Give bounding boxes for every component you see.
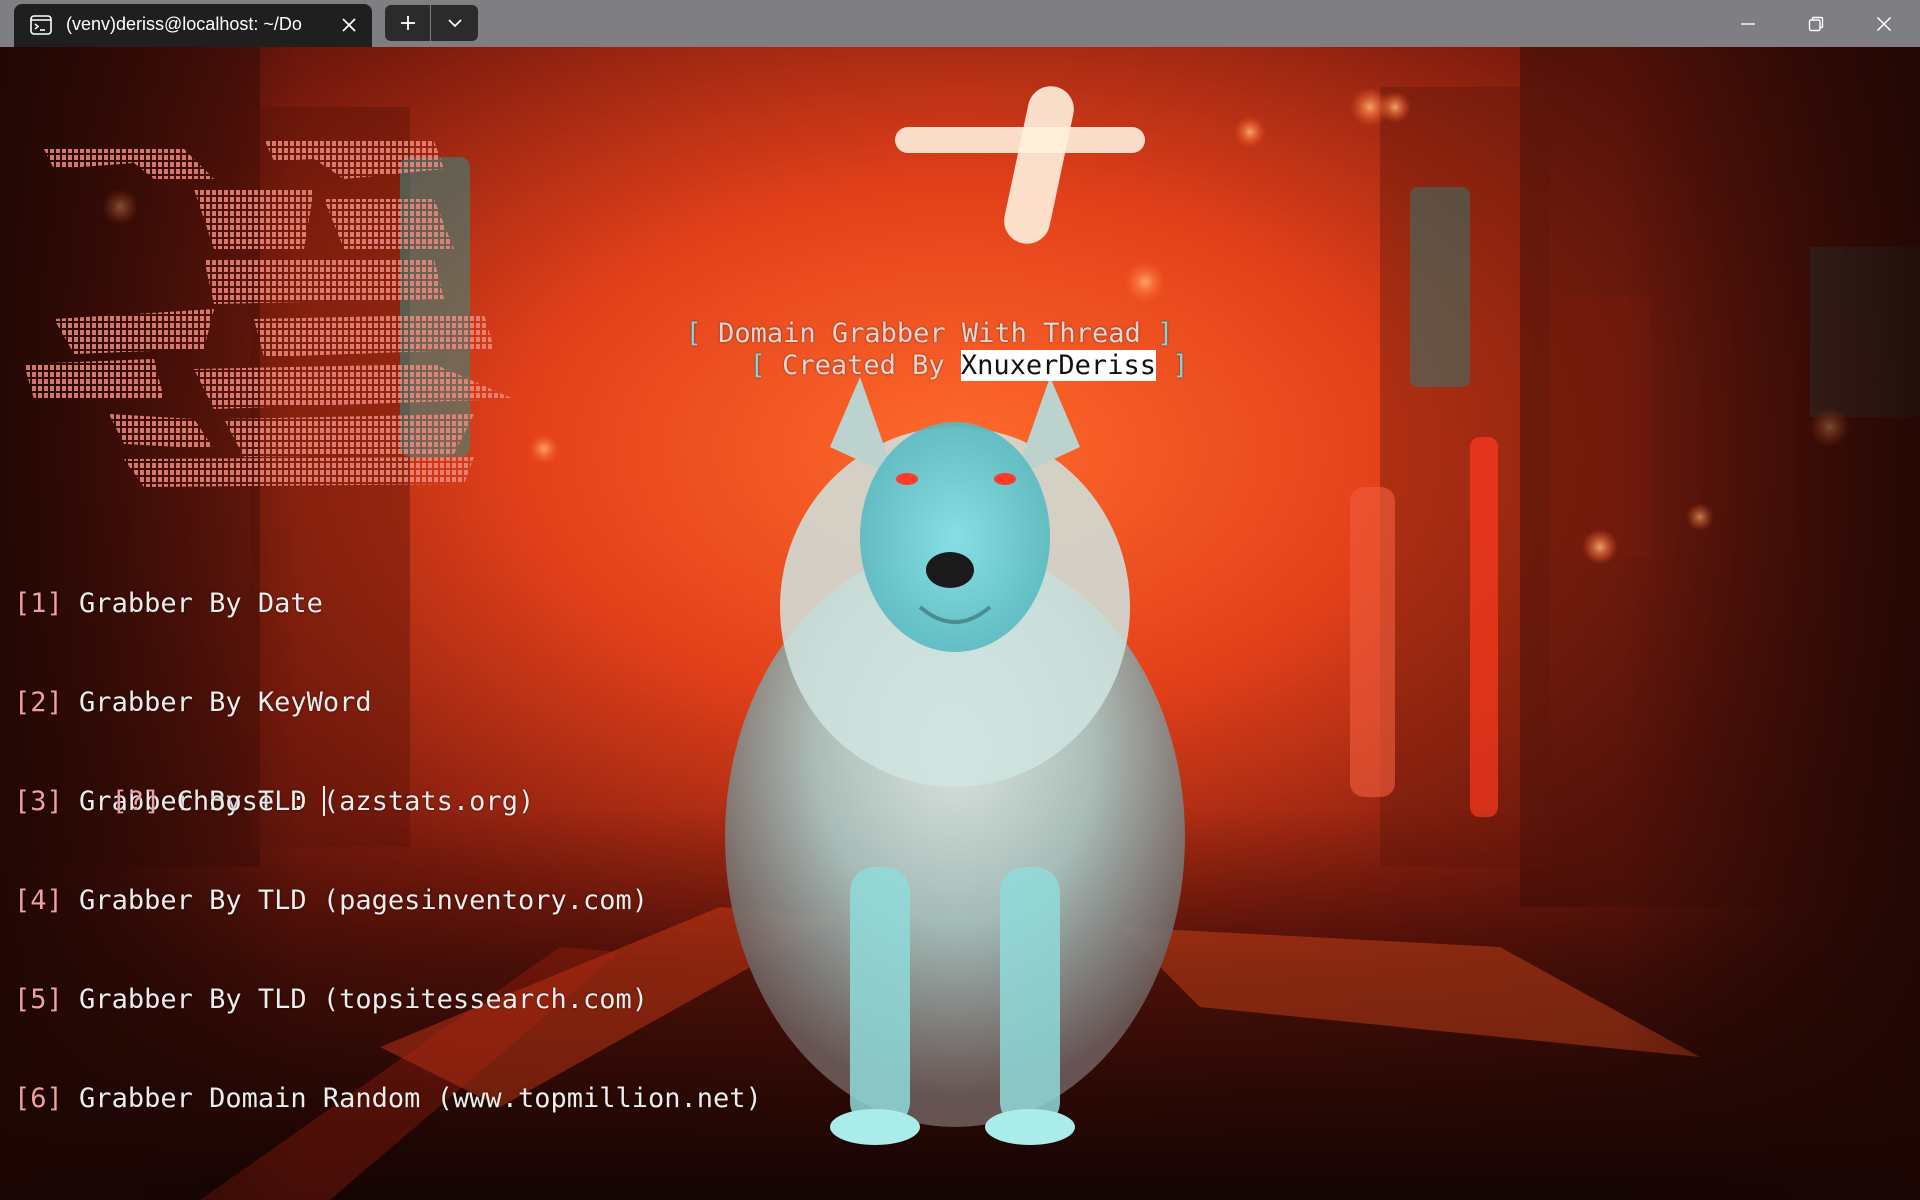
credit-suffix bbox=[1156, 350, 1172, 381]
banner-credit: [ Created By XnuxerDeriss ] bbox=[652, 319, 1189, 412]
menu-item-label: Grabber By Date bbox=[62, 588, 323, 619]
menu-item-number: 6 bbox=[30, 1083, 47, 1114]
close-window-button[interactable] bbox=[1850, 0, 1918, 47]
menu-item: [2] Grabber By KeyWord bbox=[14, 687, 372, 718]
menu-item-label: Grabber Domain Random (www.topmillion.ne… bbox=[62, 1083, 762, 1114]
menu-item-label: Grabber By TLD (topsitessearch.com) bbox=[62, 984, 648, 1015]
terminal-window: (venv)deriss@localhost: ~/Do [Domain Gr… bbox=[0, 0, 1920, 1200]
credit-prefix: Created By bbox=[765, 350, 961, 381]
minimize-icon bbox=[1741, 22, 1755, 25]
menu-item: [5] Grabber By TLD (topsitessearch.com) bbox=[14, 984, 648, 1015]
menu-item-number: 1 bbox=[30, 588, 47, 619]
tab-title: (venv)deriss@localhost: ~/Do bbox=[66, 14, 302, 34]
text-cursor bbox=[322, 786, 325, 816]
author-name[interactable]: XnuxerDeriss bbox=[960, 350, 1156, 381]
menu-list: [1] Grabber By Date [2] Grabber By KeyWo… bbox=[14, 521, 762, 1181]
choose-prompt[interactable]: [?] Choose : bbox=[14, 752, 325, 851]
title-bar: (venv)deriss@localhost: ~/Do bbox=[0, 0, 1920, 47]
tab-dropdown-button[interactable] bbox=[431, 5, 478, 41]
menu-item: [6] Grabber Domain Random (www.topmillio… bbox=[14, 1083, 762, 1114]
menu-item-number: 4 bbox=[30, 885, 47, 916]
restore-icon bbox=[1808, 16, 1824, 31]
plus-icon bbox=[400, 16, 415, 30]
menu-item-label: Grabber By KeyWord bbox=[62, 687, 372, 718]
terminal-area[interactable]: [ Domain Grabber With Thread ] [ Created… bbox=[0, 47, 1920, 1200]
menu-item-label: Grabber By TLD (pagesinventory.com) bbox=[62, 885, 648, 916]
terminal-tab[interactable]: (venv)deriss@localhost: ~/Do bbox=[14, 4, 372, 47]
terminal-icon bbox=[30, 15, 52, 35]
minimize-button[interactable] bbox=[1714, 0, 1782, 47]
credit-close-bracket: ] bbox=[1172, 350, 1189, 381]
menu-item-number: 5 bbox=[30, 984, 47, 1015]
menu-item: [4] Grabber By TLD (pagesinventory.com) bbox=[14, 885, 648, 916]
menu-item: [1] Grabber By Date bbox=[14, 588, 323, 619]
new-tab-button[interactable] bbox=[385, 5, 430, 41]
ascii-art-logo bbox=[24, 139, 514, 487]
restore-button[interactable] bbox=[1782, 0, 1850, 47]
prompt-marker: ? bbox=[127, 786, 145, 817]
credit-open-bracket: [ bbox=[749, 350, 766, 381]
menu-item-number: 2 bbox=[30, 687, 47, 718]
chevron-down-icon bbox=[447, 19, 462, 28]
tab-close-icon[interactable] bbox=[338, 14, 360, 36]
prompt-label: Choose : bbox=[160, 786, 323, 817]
close-icon bbox=[1876, 16, 1892, 31]
